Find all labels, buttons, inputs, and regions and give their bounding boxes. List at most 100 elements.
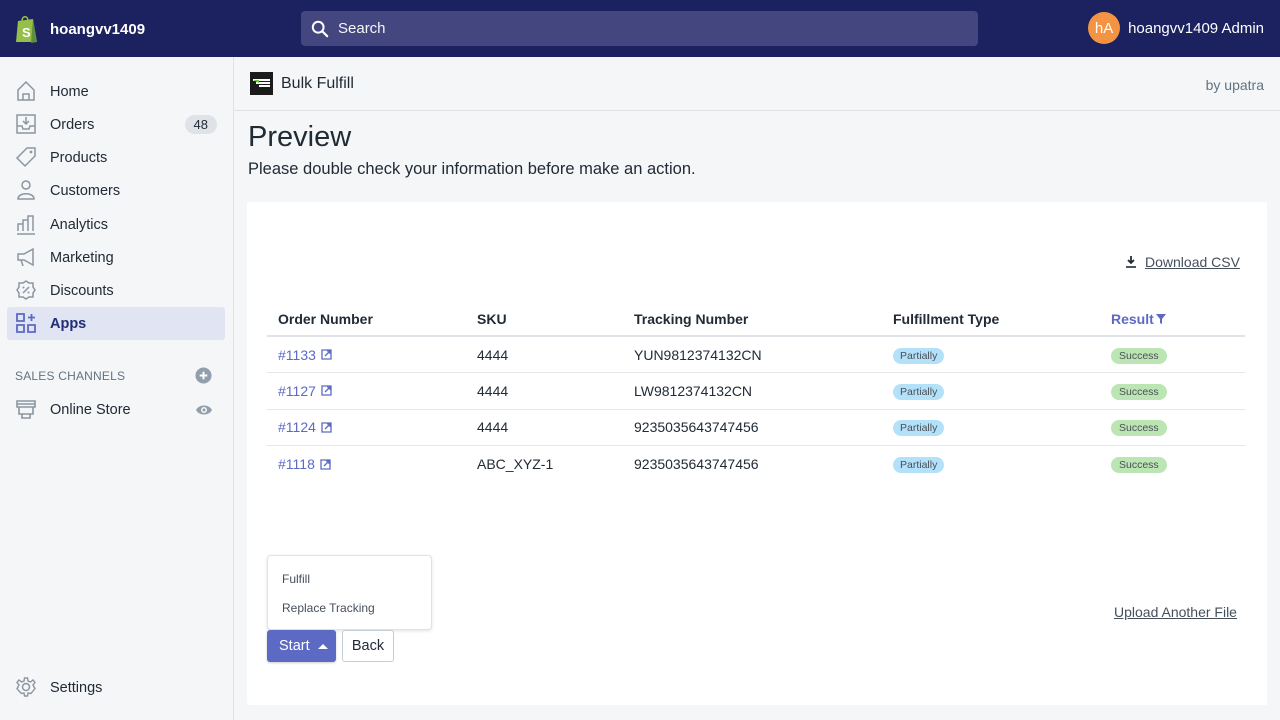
search-icon [311,20,329,37]
external-link-icon [320,458,331,470]
upload-another-file-link[interactable]: Upload Another File [1114,604,1237,620]
result-badge: Success [1111,457,1167,473]
start-button-label: Start [279,638,310,654]
tracking-cell: 9235035643747456 [634,456,759,472]
tag-icon [15,147,36,168]
external-link-icon [321,385,332,396]
download-icon [1126,256,1136,268]
orders-icon [16,114,36,134]
preview-card: Download CSV Order Number SKU Tracking N… [247,202,1267,705]
bulk-fulfill-logo-icon [250,72,273,95]
avatar: hA [1088,12,1121,44]
store-icon [16,400,36,419]
orders-count-badge: 48 [184,115,217,134]
fulfillment-type-badge: Partially [893,457,945,473]
column-header-result[interactable]: Result [1100,302,1245,337]
sidebar-item-customers[interactable]: Customers [7,174,225,207]
sidebar-item-label: Online Store [50,401,131,418]
order-number: #1118 [278,456,315,472]
app-title: Bulk Fulfill [281,75,354,92]
user-name: hoangvv1409 Admin [1128,19,1264,37]
tracking-cell: YUN9812374132CN [623,336,882,373]
bar-chart-icon [17,215,35,235]
preview-table: Order Number SKU Tracking Number Fulfill… [267,302,1245,482]
sidebar-item-label: Marketing [50,249,114,266]
user-menu[interactable]: hA hoangvv1409 Admin [1088,12,1264,44]
top-bar: S hoangvv1409 Search hA hoangvv1409 Admi… [0,0,1280,57]
sidebar-item-orders[interactable]: Orders 48 [7,108,225,141]
search-input[interactable]: Search [301,11,978,46]
sku-cell: 4444 [466,372,623,410]
app-header: Bulk Fulfill by upatra [234,57,1280,111]
tracking-cell: 9235035643747456 [623,409,882,446]
caret-up-icon [317,643,328,649]
result-badge: Success [1111,347,1167,364]
start-action-menu: Fulfill Replace Tracking [267,555,432,630]
sidebar-item-analytics[interactable]: Analytics [7,208,225,241]
page-title: Preview [248,121,352,153]
result-header-label: Result [1111,310,1154,327]
sidebar-item-apps[interactable]: Apps [7,307,225,340]
sidebar-item-label: Apps [50,315,87,332]
order-number: #1133 [278,346,316,363]
home-icon [17,80,35,101]
sidebar-item-label: Settings [50,679,103,696]
result-badge: Success [1111,420,1167,437]
table-header-row: Order Number SKU Tracking Number Fulfill… [267,302,1245,337]
sidebar-item-home[interactable]: Home [7,75,225,108]
external-link-icon [321,422,332,433]
svg-text:S: S [22,25,31,40]
sidebar-item-discounts[interactable]: Discounts [7,274,225,307]
column-header-fulfillment-type: Fulfillment Type [882,302,1100,337]
tracking-cell: LW9812374132CN [623,372,882,410]
sidebar-item-label: Products [50,149,108,166]
sidebar-item-label: Customers [50,182,121,199]
add-sales-channel-icon[interactable] [195,367,212,384]
app-author: by upatra [1205,77,1264,93]
download-csv-label: Download CSV [1145,254,1240,270]
page-subtitle: Please double check your information bef… [248,160,696,178]
shopify-logo-icon: S [16,15,37,43]
sidebar-item-marketing[interactable]: Marketing [7,241,225,274]
download-csv-button[interactable]: Download CSV [1125,254,1240,270]
order-link[interactable]: #1124 [278,419,332,435]
order-link[interactable]: #1133 [278,347,332,363]
fulfillment-type-badge: Partially [893,383,945,400]
start-button[interactable]: Start [267,630,336,662]
fulfillment-type-badge: Partially [893,420,945,437]
sidebar-item-settings[interactable]: Settings [7,671,225,704]
sidebar-item-products[interactable]: Products [7,141,225,174]
column-header-tracking-number: Tracking Number [623,302,882,337]
column-header-sku: SKU [466,302,623,337]
external-link-icon [321,349,332,360]
discount-icon [16,280,36,300]
table-row: #1133 4444 YUN9812374132CN Partially Suc… [267,336,1245,373]
order-link[interactable]: #1118 [278,456,331,472]
store-name: hoangvv1409 [50,20,146,38]
table-row: #1124 4444 9235035643747456 Partially Su… [267,409,1245,446]
table-row: #1118 ABC_XYZ-1 9235035643747456 Partial… [267,446,1245,483]
sidebar-item-label: Home [50,83,89,100]
table-row: #1127 4444 LW9812374132CN Partially Succ… [267,372,1245,410]
sidebar-item-label: Analytics [50,216,109,233]
result-badge: Success [1111,383,1167,400]
store-brand[interactable]: S hoangvv1409 [14,14,145,44]
eye-icon[interactable] [195,401,213,419]
sidebar-item-label: Discounts [50,282,114,299]
column-header-order-number: Order Number [267,302,466,337]
sidebar: Home Orders 48 Products Customers Analyt… [0,57,234,720]
main-content: Bulk Fulfill by upatra Preview Please do… [234,57,1280,720]
menu-item-replace-tracking[interactable]: Replace Tracking [282,601,375,615]
apps-icon [16,313,36,333]
sales-channels-title: SALES CHANNELS [15,369,126,383]
order-number: #1127 [278,382,316,399]
filter-icon[interactable] [1155,313,1166,324]
sidebar-item-online-store[interactable]: Online Store [7,393,225,426]
menu-item-fulfill[interactable]: Fulfill [282,572,310,586]
back-button[interactable]: Back [342,630,394,662]
gear-icon [16,677,36,697]
order-link[interactable]: #1127 [278,383,332,399]
sku-cell: 4444 [466,336,623,373]
person-icon [17,180,35,200]
fulfillment-type-badge: Partially [893,347,945,364]
